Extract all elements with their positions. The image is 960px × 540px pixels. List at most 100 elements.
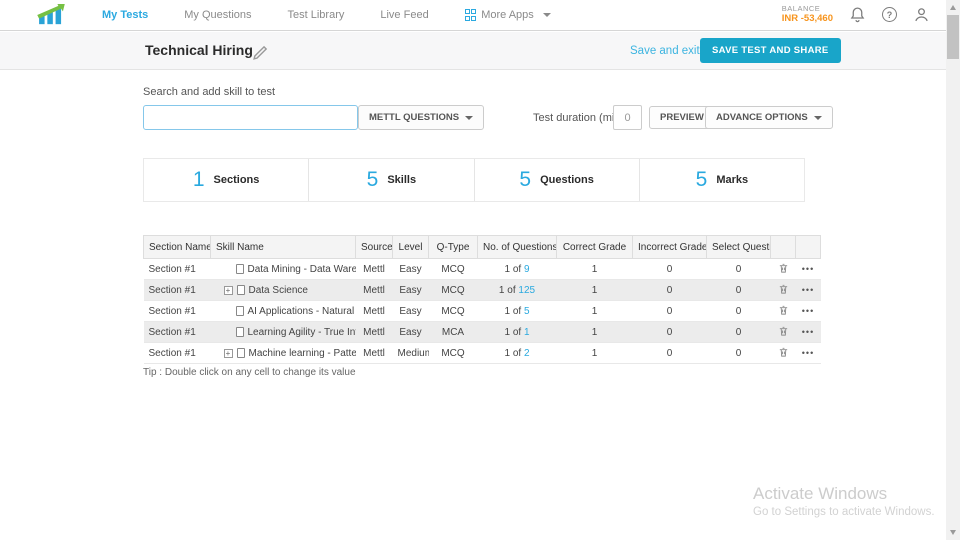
- mettl-logo-icon[interactable]: [36, 4, 66, 26]
- cell-incorrect-grade[interactable]: 0: [633, 280, 707, 301]
- scroll-down-icon[interactable]: [950, 530, 956, 535]
- cell-num-questions[interactable]: 1 of 2: [478, 343, 557, 364]
- cell-section[interactable]: Section #1: [144, 259, 211, 280]
- col-source: Source: [356, 236, 393, 259]
- nav-my-tests[interactable]: My Tests: [84, 9, 166, 21]
- cell-section[interactable]: Section #1: [144, 322, 211, 343]
- row-menu-icon[interactable]: •••: [802, 264, 814, 274]
- table-row: Section #1 Learning Agility - True Infor…: [144, 322, 821, 343]
- nav-more-apps[interactable]: More Apps: [447, 9, 569, 21]
- sections-count: 1: [193, 168, 205, 192]
- stat-sections: 1 Sections: [144, 159, 309, 201]
- table-row: Section #1 Data Mining - Data Warehou Me…: [144, 259, 821, 280]
- cell-qtype[interactable]: MCA: [429, 322, 478, 343]
- save-and-exit-link[interactable]: Save and exit: [630, 45, 700, 57]
- chevron-down-icon: [543, 13, 551, 17]
- cell-qtype[interactable]: MCQ: [429, 259, 478, 280]
- cell-section[interactable]: Section #1: [144, 301, 211, 322]
- watermark-line2: Go to Settings to activate Windows.: [753, 506, 935, 518]
- preview-label: PREVIEW: [660, 112, 704, 123]
- delete-row-icon[interactable]: [778, 262, 789, 274]
- search-skill-input[interactable]: [143, 105, 358, 130]
- row-menu-icon[interactable]: •••: [802, 348, 814, 358]
- cell-skill[interactable]: AI Applications - Natural Lan: [248, 306, 356, 317]
- cell-skill[interactable]: Learning Agility - True Infor: [248, 327, 356, 338]
- scroll-up-icon[interactable]: [950, 5, 956, 10]
- cell-num-questions[interactable]: 1 of 1: [478, 322, 557, 343]
- cell-select-question[interactable]: 0: [707, 280, 771, 301]
- cell-level[interactable]: Easy: [393, 259, 429, 280]
- page-title: Technical Hiring: [145, 42, 253, 58]
- row-menu-icon[interactable]: •••: [802, 285, 814, 295]
- question-source-dropdown[interactable]: METTL QUESTIONS: [358, 105, 484, 130]
- search-skill-label: Search and add skill to test: [143, 86, 275, 98]
- cell-correct-grade[interactable]: 1: [557, 280, 633, 301]
- col-no-of-questions: No. of Questions: [478, 236, 557, 259]
- save-test-and-share-button[interactable]: SAVE TEST AND SHARE: [700, 38, 841, 63]
- cell-correct-grade[interactable]: 1: [557, 301, 633, 322]
- cell-source[interactable]: Mettl: [356, 343, 393, 364]
- cell-correct-grade[interactable]: 1: [557, 322, 633, 343]
- help-icon[interactable]: ?: [882, 7, 897, 22]
- cell-level[interactable]: Easy: [393, 301, 429, 322]
- col-qtype: Q-Type: [429, 236, 478, 259]
- delete-row-icon[interactable]: [778, 325, 789, 337]
- expand-row-icon[interactable]: +: [224, 286, 233, 295]
- cell-section[interactable]: Section #1: [144, 280, 211, 301]
- advance-options-dropdown[interactable]: ADVANCE OPTIONS: [705, 106, 833, 129]
- cell-incorrect-grade[interactable]: 0: [633, 301, 707, 322]
- cell-correct-grade[interactable]: 1: [557, 343, 633, 364]
- cell-num-questions[interactable]: 1 of 5: [478, 301, 557, 322]
- cell-incorrect-grade[interactable]: 0: [633, 259, 707, 280]
- cell-source[interactable]: Mettl: [356, 259, 393, 280]
- test-duration-input[interactable]: [613, 105, 642, 130]
- delete-row-icon[interactable]: [778, 304, 789, 316]
- cell-skill[interactable]: Machine learning - Pattern R: [249, 348, 356, 359]
- cell-qtype[interactable]: MCQ: [429, 301, 478, 322]
- col-delete: [771, 236, 796, 259]
- table-row: Section #1 + Machine learning - Pattern R…: [144, 343, 821, 364]
- marks-count: 5: [696, 168, 708, 192]
- col-select-question: Select Question: [707, 236, 771, 259]
- cell-skill[interactable]: Data Science: [249, 285, 308, 296]
- delete-row-icon[interactable]: [778, 283, 789, 295]
- delete-row-icon[interactable]: [778, 346, 789, 358]
- cell-correct-grade[interactable]: 1: [557, 259, 633, 280]
- vertical-scrollbar[interactable]: [946, 0, 960, 540]
- col-correct-grade: Correct Grade: [557, 236, 633, 259]
- cell-source[interactable]: Mettl: [356, 301, 393, 322]
- cell-section[interactable]: Section #1: [144, 343, 211, 364]
- cell-num-questions[interactable]: 1 of 9: [478, 259, 557, 280]
- cell-select-question[interactable]: 0: [707, 322, 771, 343]
- cell-incorrect-grade[interactable]: 0: [633, 322, 707, 343]
- table-row: Section #1 +Data Science Mettl Easy MCQ …: [144, 280, 821, 301]
- cell-select-question[interactable]: 0: [707, 259, 771, 280]
- nav-test-library[interactable]: Test Library: [270, 9, 363, 21]
- cell-qtype[interactable]: MCQ: [429, 280, 478, 301]
- notification-bell-icon[interactable]: [849, 6, 866, 23]
- advance-options-label: ADVANCE OPTIONS: [716, 112, 808, 123]
- skills-label: Skills: [387, 174, 416, 186]
- row-menu-icon[interactable]: •••: [802, 327, 814, 337]
- cell-num-questions[interactable]: 1 of 125: [478, 280, 557, 301]
- expand-row-icon[interactable]: +: [224, 349, 233, 358]
- nav-my-questions[interactable]: My Questions: [166, 9, 269, 21]
- cell-select-question[interactable]: 0: [707, 301, 771, 322]
- cell-source[interactable]: Mettl: [356, 280, 393, 301]
- nav-live-feed[interactable]: Live Feed: [362, 9, 446, 21]
- table-header-row: Section Name Skill Name Source Level Q-T…: [144, 236, 821, 259]
- profile-icon[interactable]: [913, 6, 930, 23]
- cell-qtype[interactable]: MCQ: [429, 343, 478, 364]
- cell-incorrect-grade[interactable]: 0: [633, 343, 707, 364]
- row-menu-icon[interactable]: •••: [802, 306, 814, 316]
- sections-label: Sections: [214, 174, 260, 186]
- cell-select-question[interactable]: 0: [707, 343, 771, 364]
- edit-title-pencil-icon[interactable]: [252, 44, 269, 61]
- cell-source[interactable]: Mettl: [356, 322, 393, 343]
- cell-level[interactable]: Easy: [393, 322, 429, 343]
- cell-level[interactable]: Medium: [393, 343, 429, 364]
- cell-level[interactable]: Easy: [393, 280, 429, 301]
- scrollbar-thumb[interactable]: [947, 15, 959, 59]
- cell-skill[interactable]: Data Mining - Data Warehou: [248, 264, 356, 275]
- skills-count: 5: [367, 168, 379, 192]
